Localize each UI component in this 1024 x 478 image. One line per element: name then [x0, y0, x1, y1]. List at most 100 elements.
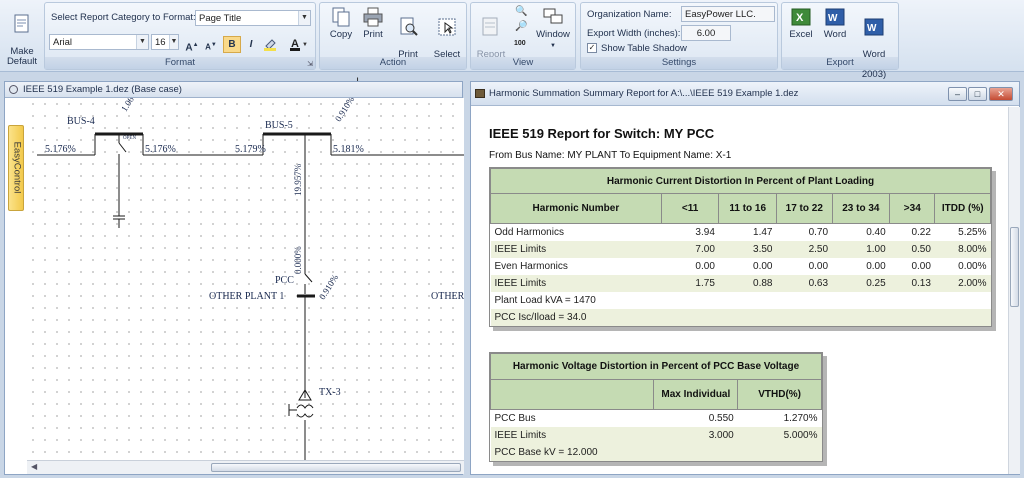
chevron-down-icon[interactable]: ▼	[298, 11, 310, 25]
svg-text:W: W	[867, 23, 877, 34]
current-table-cell: 0.00	[911, 260, 931, 272]
minimize-button[interactable]: –	[948, 87, 967, 101]
current-table-cell: 8.00%	[934, 240, 991, 258]
one-line-diagram-window[interactable]: IEEE 519 Example 1.dez (Base case) EasyC…	[4, 81, 464, 475]
easycontrol-tab[interactable]: EasyControl	[8, 125, 24, 211]
window-button[interactable]: Window ▼	[533, 6, 573, 51]
current-table-cell: 5.25%	[958, 226, 987, 238]
shadow-checkbox[interactable]: ✓	[587, 43, 597, 53]
current-table-cell: 0.70	[808, 226, 829, 238]
dialog-launcher-icon[interactable]: ⇲	[307, 60, 313, 68]
report-window[interactable]: Harmonic Summation Summary Report for A:…	[470, 81, 1020, 475]
make-default-label: Make Default	[6, 46, 38, 67]
voltage-table-header-cell: Max Individual	[653, 379, 739, 410]
zoom-in-icon[interactable]: 🔍	[515, 6, 527, 17]
shadow-label: Show Table Shadow	[601, 43, 687, 54]
current-table-cell: 0.25	[832, 274, 890, 292]
transformer-label: TX-3	[319, 387, 341, 398]
copy-label: Copy	[329, 29, 353, 40]
current-table-header-cell: >34	[889, 193, 936, 224]
current-table-cell: IEEE Limits	[490, 240, 662, 258]
from-bus-line: From Bus Name: MY PLANT To Equipment Nam…	[489, 150, 732, 161]
current-table-cell: Even Harmonics	[494, 260, 568, 272]
zoom-100-button[interactable]: 100	[514, 40, 526, 47]
format-group: Select Report Category to Format: Page T…	[44, 2, 316, 70]
report-config-icon	[482, 17, 498, 36]
current-table-cell: 0.88	[718, 274, 777, 292]
font-color-button[interactable]: A ▼	[287, 36, 311, 53]
print-button[interactable]: Print	[358, 6, 388, 40]
svg-text:W: W	[828, 13, 838, 24]
current-table-cell: 7.00	[661, 240, 719, 258]
org-input[interactable]: EasyPower LLC.	[681, 6, 775, 22]
width-value: 6.00	[696, 28, 716, 39]
open-switch	[118, 142, 127, 153]
voltage-label: 5.176%	[45, 144, 76, 155]
diagram-window-icon	[9, 85, 18, 94]
export-group-label: Export	[782, 57, 898, 69]
bus5-label: BUS-5	[265, 120, 293, 131]
settings-group: Organization Name: EasyPower LLC. Export…	[580, 2, 778, 70]
table-row: IEEE Limits 3.000 5.000%	[490, 426, 822, 444]
current-label: 0.000%	[293, 246, 303, 274]
chevron-down-icon[interactable]: ▼	[136, 35, 148, 49]
highlight-button[interactable]	[261, 36, 283, 53]
horizontal-scrollbar[interactable]: ◀	[27, 460, 464, 474]
maximize-button[interactable]: □	[968, 87, 987, 101]
vertical-scroll-thumb[interactable]	[1010, 227, 1019, 307]
table-row: IEEE Limits 1.75 0.88 0.63 0.25 0.13 2.00%	[490, 274, 991, 292]
zoom-out-icon[interactable]: 🔎	[515, 21, 527, 32]
other-label: OTHER	[431, 291, 464, 302]
close-button[interactable]: ✕	[989, 87, 1013, 101]
report-window-title: Harmonic Summation Summary Report for A:…	[489, 88, 799, 99]
document-icon	[14, 14, 29, 33]
diagram-canvas[interactable]: BUS-4 BUS-5 5.176% 5.176% 5.179% 5.181% …	[27, 98, 464, 460]
current-table-header-cell: 17 to 22	[776, 193, 833, 224]
voltage-table-cell: 5.000%	[737, 426, 822, 444]
vertical-scrollbar[interactable]	[1008, 107, 1020, 474]
current-table-cell: 3.50	[718, 240, 777, 258]
excel-button[interactable]: X Excel	[786, 6, 816, 40]
other-plant-label: OTHER PLANT 1	[209, 291, 285, 302]
copy-button[interactable]: Copy	[324, 6, 358, 40]
word-icon: W	[825, 8, 845, 26]
scroll-left-icon[interactable]: ◀	[31, 462, 37, 471]
font-select[interactable]: Arial ▼	[49, 34, 149, 50]
width-label: Export Width (inches):	[587, 28, 681, 39]
printer-icon	[363, 7, 383, 27]
voltage-table-caption: Harmonic Voltage Distortion in Percent o…	[490, 353, 822, 380]
horizontal-scroll-thumb[interactable]	[211, 463, 461, 472]
bold-button[interactable]: B	[223, 36, 241, 53]
word-button[interactable]: W Word	[820, 6, 850, 40]
easycontrol-label: EasyControl	[11, 141, 23, 194]
current-table-cell: 1.47	[753, 226, 773, 238]
current-table-cell: 1.00	[832, 240, 890, 258]
grow-font-button[interactable]: A▲	[183, 36, 201, 53]
current-table-cell: 0.40	[866, 226, 886, 238]
base-kv-line: PCC Base kV = 12.000	[490, 443, 822, 461]
width-input[interactable]: 6.00	[681, 25, 731, 41]
view-group-label: View	[471, 57, 575, 69]
make-default-button[interactable]: Make Default	[4, 3, 40, 67]
current-table-header-cell: 11 to 16	[718, 193, 777, 224]
category-select[interactable]: Page Title ▼	[195, 10, 311, 26]
svg-text:▼: ▼	[302, 42, 308, 48]
current-table-cell: 0.00	[808, 260, 829, 272]
shrink-font-button[interactable]: A▼	[202, 36, 220, 53]
size-select[interactable]: 16 ▼	[151, 34, 179, 50]
table-row: PCC Bus 0.550 1.270%	[491, 410, 822, 427]
action-group: Copy Print Print Preview Select All Acti…	[319, 2, 467, 70]
report-title-bar[interactable]: Harmonic Summation Summary Report for A:…	[471, 82, 1019, 106]
highlighter-icon	[264, 39, 276, 51]
diagram-title-bar[interactable]: IEEE 519 Example 1.dez (Base case)	[5, 82, 462, 98]
current-table-cell: 2.50	[776, 240, 833, 258]
font-value: Arial	[53, 37, 73, 48]
current-table-cell: 0.22	[911, 226, 931, 238]
chevron-down-icon[interactable]: ▼	[169, 35, 178, 49]
word-label: Word	[823, 29, 847, 40]
word-2003-icon: W	[864, 18, 884, 36]
copy-icon	[332, 7, 350, 27]
grow-font-icon: A	[185, 42, 193, 54]
italic-button[interactable]: I	[242, 36, 260, 53]
italic-icon: I	[249, 39, 253, 50]
